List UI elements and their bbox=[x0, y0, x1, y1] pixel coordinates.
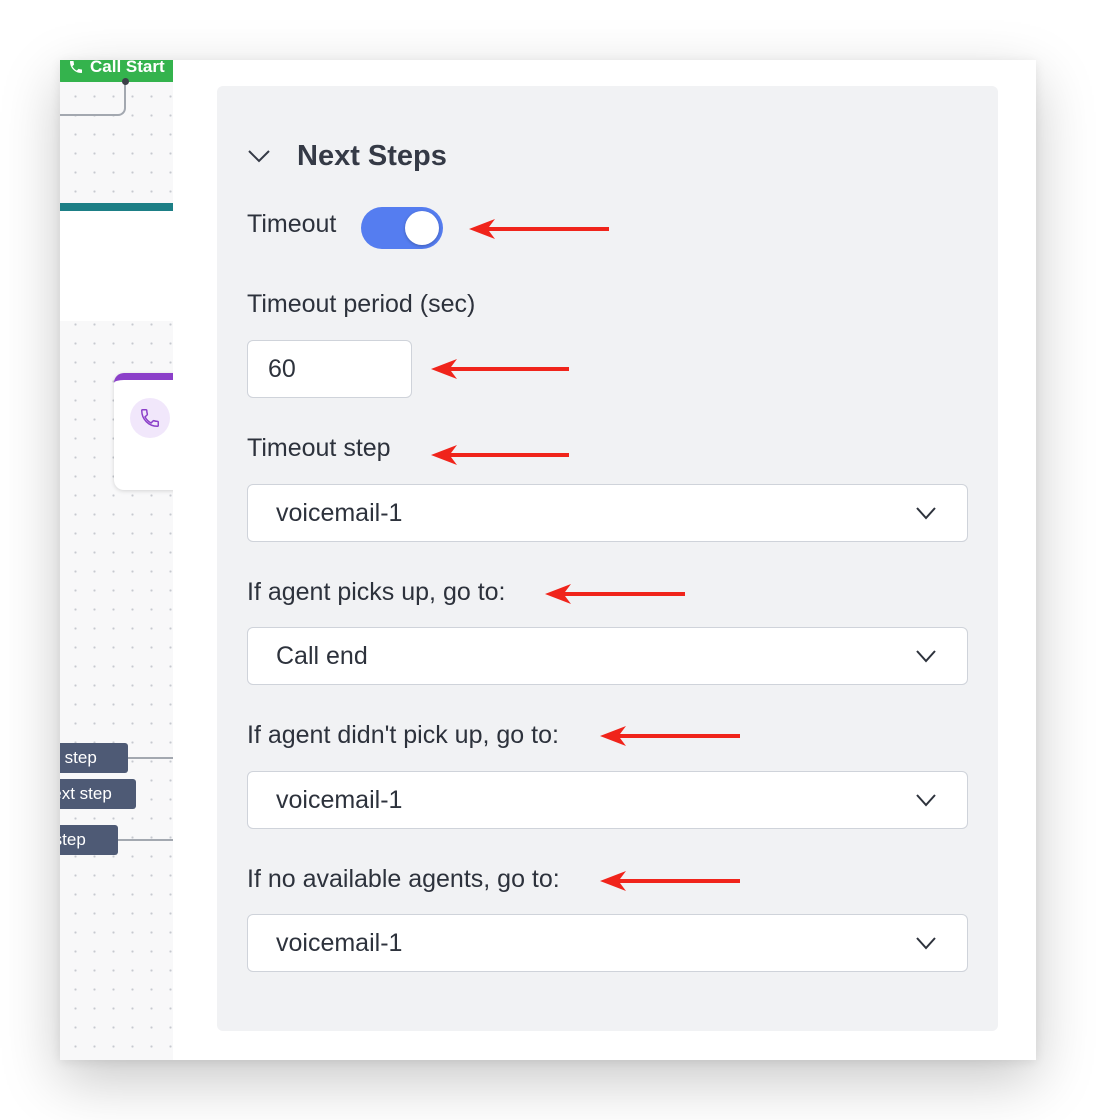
agent-no-pickup-label: If agent didn't pick up, go to: bbox=[247, 721, 559, 749]
connector-dot bbox=[122, 78, 129, 85]
voice-node[interactable] bbox=[114, 373, 173, 490]
connector-line bbox=[117, 839, 173, 841]
no-agents-label: If no available agents, go to: bbox=[247, 865, 560, 893]
no-agents-value: voicemail-1 bbox=[276, 929, 403, 957]
start-node-label: Call Start bbox=[90, 60, 165, 76]
next-step-tag[interactable]: Next step bbox=[60, 743, 128, 773]
no-agents-select[interactable]: voicemail-1 bbox=[247, 914, 968, 972]
settings-panel: Next Steps Timeout Timeout period (sec) … bbox=[173, 60, 1036, 1060]
connector-line bbox=[126, 757, 173, 759]
section-header[interactable]: Next Steps bbox=[247, 134, 447, 178]
chevron-down-icon bbox=[915, 648, 937, 664]
toggle-knob bbox=[405, 211, 439, 245]
annotation-arrow bbox=[431, 357, 569, 381]
section-title: Next Steps bbox=[297, 139, 447, 172]
chevron-down-icon bbox=[915, 505, 937, 521]
agent-no-pickup-value: voicemail-1 bbox=[276, 786, 403, 814]
timeout-step-label: Timeout step bbox=[247, 434, 391, 462]
phone-icon bbox=[70, 61, 82, 73]
annotation-arrow bbox=[600, 724, 740, 748]
flow-node[interactable] bbox=[60, 203, 173, 321]
phone-icon bbox=[130, 398, 170, 438]
annotation-arrow bbox=[545, 582, 685, 606]
annotation-arrow bbox=[469, 217, 609, 241]
agent-picks-up-label: If agent picks up, go to: bbox=[247, 578, 506, 606]
call-start-node[interactable]: Call Start bbox=[60, 60, 173, 82]
chevron-down-icon bbox=[915, 792, 937, 808]
timeout-label: Timeout bbox=[247, 210, 337, 238]
timeout-toggle[interactable] bbox=[361, 207, 443, 249]
agent-no-pickup-select[interactable]: voicemail-1 bbox=[247, 771, 968, 829]
chevron-down-icon bbox=[915, 935, 937, 951]
annotation-arrow bbox=[600, 869, 740, 893]
timeout-period-label: Timeout period (sec) bbox=[247, 290, 476, 318]
next-step-tag[interactable]: Next step bbox=[60, 825, 118, 855]
next-step-tag[interactable]: Next step bbox=[60, 779, 136, 809]
timeout-step-select[interactable]: voicemail-1 bbox=[247, 484, 968, 542]
agent-picks-up-select[interactable]: Call end bbox=[247, 627, 968, 685]
agent-picks-up-value: Call end bbox=[276, 642, 368, 670]
next-steps-section: Next Steps Timeout Timeout period (sec) … bbox=[217, 86, 998, 1031]
annotation-arrow bbox=[431, 443, 569, 467]
connector-line bbox=[60, 82, 126, 116]
timeout-step-value: voicemail-1 bbox=[276, 499, 403, 527]
app-window: Call Start Next step Next step Next step… bbox=[60, 60, 1036, 1060]
flow-canvas[interactable]: Call Start Next step Next step Next step bbox=[60, 60, 173, 1060]
chevron-up-icon[interactable] bbox=[247, 149, 271, 163]
timeout-period-input[interactable] bbox=[247, 340, 412, 398]
